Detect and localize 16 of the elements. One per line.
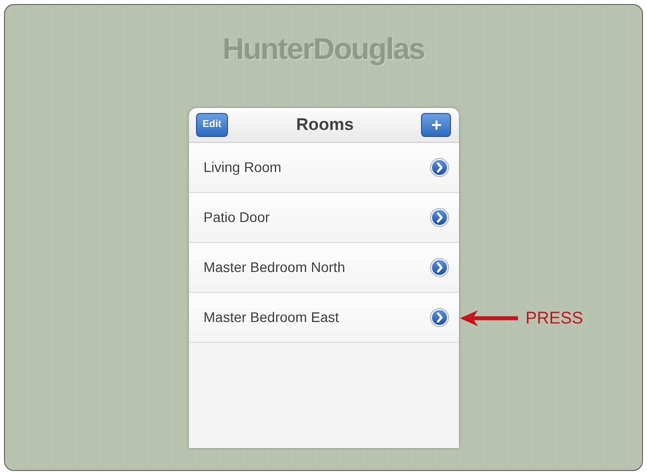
room-name: Master Bedroom North [204,258,346,277]
room-row[interactable]: Living Room [188,143,458,193]
room-name: Master Bedroom East [204,308,339,327]
edit-button[interactable]: Edit [196,113,228,137]
disclosure-button[interactable] [430,208,448,227]
room-name: Patio Door [204,208,270,227]
disclosure-button[interactable] [430,308,448,327]
room-name: Living Room [204,158,282,177]
add-button[interactable]: + [421,113,452,137]
room-row[interactable]: Patio Door [188,193,458,243]
callout-label: PRESS [526,307,584,330]
room-row[interactable]: Master Bedroom North [188,243,458,293]
room-row[interactable]: Master Bedroom East [188,293,458,343]
nav-title: Rooms [296,114,354,136]
disclosure-button[interactable] [430,258,448,277]
disclosure-button[interactable] [430,158,448,177]
